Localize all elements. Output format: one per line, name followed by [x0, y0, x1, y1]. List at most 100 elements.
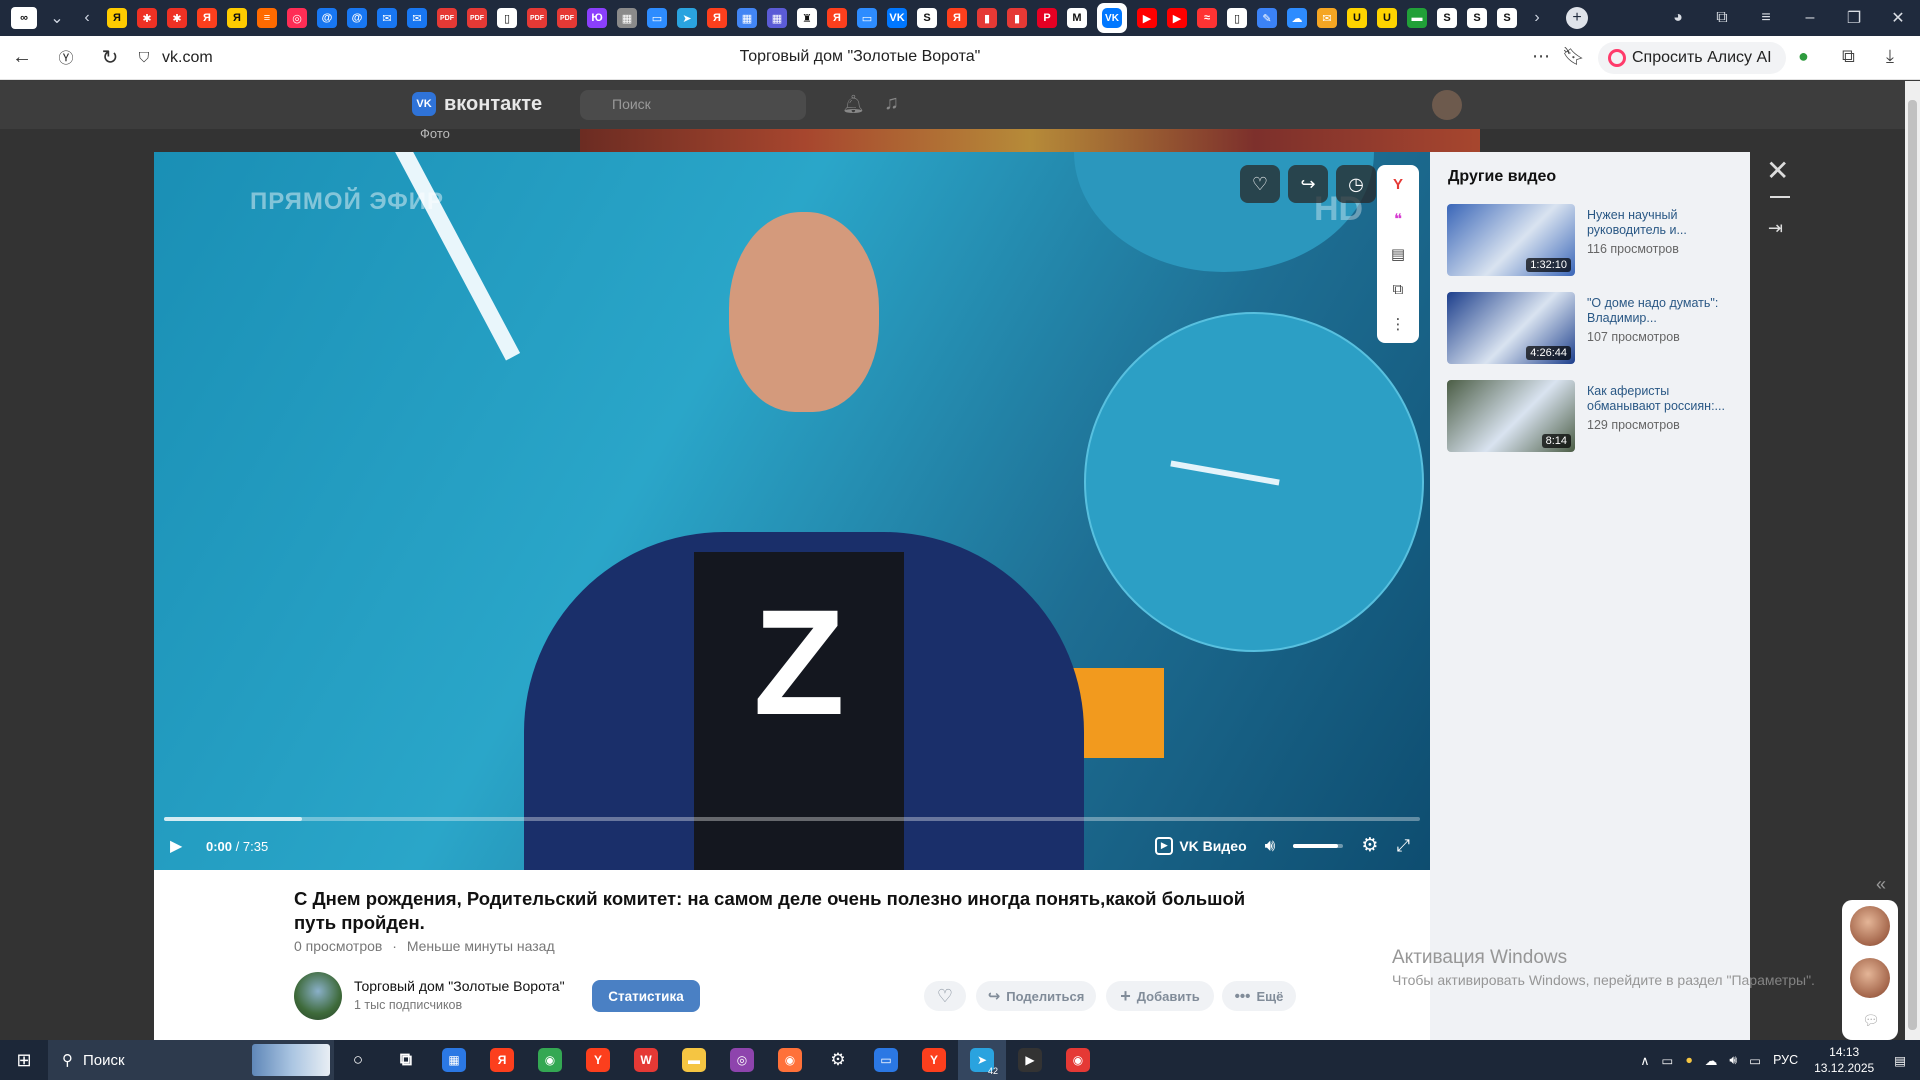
add-button[interactable]: + Добавить [1106, 981, 1214, 1011]
collapse-chats-icon[interactable]: « [1876, 874, 1886, 895]
tray-expand-icon[interactable]: ∧ [1640, 1053, 1649, 1068]
channel-avatar[interactable] [294, 972, 342, 1020]
mail-icon[interactable]: @ [347, 8, 367, 28]
yandex-icon[interactable]: Я [707, 8, 727, 28]
taskbar-yandex-browser-icon[interactable]: Y [574, 1040, 622, 1080]
flag-icon[interactable]: ▮ [1007, 8, 1027, 28]
clock[interactable]: 14:13 13.12.2025 [1814, 1044, 1874, 1076]
other-video-thumbnail[interactable]: 1:32:10 [1447, 204, 1575, 276]
youtube-icon[interactable]: ▶ [1137, 8, 1157, 28]
other-video-item[interactable]: 8:14 Как аферисты обманывают россиян:... 1… [1447, 380, 1737, 452]
restore-icon[interactable]: ❐ [1832, 8, 1876, 28]
taskbar-search[interactable]: ⚲ Поиск [48, 1040, 334, 1080]
calendar-icon[interactable]: ▦ [767, 8, 787, 28]
browser-menu-icon[interactable]: ∞ [11, 7, 37, 29]
browser-settings-icon[interactable]: ≡ [1744, 9, 1788, 27]
sidebar-item-photos[interactable]: Фото [420, 126, 450, 141]
play-icon[interactable]: ▶ [170, 836, 194, 856]
pdf-icon[interactable]: PDF [467, 8, 487, 28]
taskbar-settings-icon[interactable]: ⚙ [814, 1040, 862, 1080]
vk-search-input[interactable]: Поиск [580, 90, 806, 120]
taskbar-wps-icon[interactable]: W [622, 1040, 670, 1080]
chat-avatar-1[interactable] [1850, 906, 1890, 946]
s-icon[interactable]: S [1497, 8, 1517, 28]
taskbar-task-view-icon[interactable]: ⧉ [382, 1040, 430, 1080]
taskbar-firefox-icon[interactable]: ◉ [766, 1040, 814, 1080]
s-icon[interactable]: S [917, 8, 937, 28]
channel-name[interactable]: Торговый дом "Золотые Ворота" [354, 978, 565, 994]
language-indicator[interactable]: РУС [1773, 1053, 1798, 1067]
other-video-thumbnail[interactable]: 8:14 [1447, 380, 1575, 452]
more-button[interactable]: ••• Ещё [1222, 981, 1296, 1011]
taskbar-window-icon[interactable]: ▭ [862, 1040, 910, 1080]
other-video-title[interactable]: Как аферисты обманывают россиян:... [1587, 384, 1739, 414]
rutube-icon[interactable]: ≈ [1197, 8, 1217, 28]
m-icon[interactable]: M [1067, 8, 1087, 28]
pdf-icon[interactable]: PDF [437, 8, 457, 28]
mail-icon[interactable]: ✉ [407, 8, 427, 28]
mail-icon[interactable]: ✉ [377, 8, 397, 28]
extension-icon[interactable]: ● [1798, 46, 1809, 67]
doc-icon[interactable]: ▯ [1227, 8, 1247, 28]
watch-later-icon[interactable]: ◷ [1336, 165, 1376, 203]
taskbar-disk-icon[interactable]: ◎ [718, 1040, 766, 1080]
settings-gear-icon[interactable]: ⚙ [1361, 834, 1378, 857]
more-options-icon[interactable]: ⋮ [1387, 313, 1409, 335]
reload-icon[interactable]: ↻ [88, 45, 132, 70]
site-security-icon[interactable]: ⛉ [132, 49, 156, 66]
url-field[interactable]: vk.com [162, 49, 213, 67]
yandex-translate-icon[interactable]: Y [1387, 173, 1409, 195]
other-video-title[interactable]: Нужен научный руководитель и... [1587, 208, 1739, 238]
taskbar-yandex-icon[interactable]: Я [478, 1040, 526, 1080]
youtube-icon[interactable]: ▶ [1167, 8, 1187, 28]
network-icon[interactable]: ▭ [1749, 1053, 1761, 1068]
pdf-icon[interactable]: PDF [527, 8, 547, 28]
fullscreen-icon[interactable]: ⤢ [1396, 836, 1410, 856]
collections-icon[interactable]: ⧉ [1700, 9, 1744, 27]
back-icon[interactable]: ← [0, 46, 44, 69]
chat-message-icon[interactable]: 💬︎ [1862, 1012, 1880, 1029]
pen-icon[interactable]: ✎ [1257, 8, 1277, 28]
page-menu-icon[interactable]: ⋯ [1532, 46, 1550, 67]
s-icon[interactable]: S [1467, 8, 1487, 28]
yandex-icon[interactable]: Я [197, 8, 217, 28]
bookmark-icon[interactable]: 🔖︎ [1562, 46, 1585, 67]
mail-icon[interactable]: @ [317, 8, 337, 28]
like-button[interactable]: ♡ [924, 981, 966, 1011]
dock-modal-icon[interactable]: ⇥ [1768, 218, 1783, 239]
u-icon[interactable]: U [1377, 8, 1397, 28]
s-icon[interactable]: S [1437, 8, 1457, 28]
taskbar-cortana-icon[interactable]: ○ [334, 1040, 382, 1080]
volume-icon[interactable]: 🔊︎ [1265, 836, 1276, 856]
yandex-icon[interactable]: Я [827, 8, 847, 28]
close-modal-icon[interactable]: ✕ [1766, 154, 1789, 187]
notifications-bell-icon[interactable]: 🔔︎ [842, 94, 865, 115]
statistics-button[interactable]: Статистика [592, 980, 700, 1012]
speaker-icon[interactable]: 🔊︎ [1729, 1053, 1737, 1068]
dzen-icon[interactable]: Я [227, 8, 247, 28]
gosuslugi-icon[interactable]: ✱ [137, 8, 157, 28]
doc-icon[interactable]: ▯ [497, 8, 517, 28]
other-video-item[interactable]: 1:32:10 Нужен научный руководитель и... 11… [1447, 204, 1737, 276]
tabs-scroll-left-icon[interactable]: ‹ [72, 9, 102, 27]
tabs-dropdown-icon[interactable]: ⌄ [42, 8, 72, 28]
page-scrollbar-thumb[interactable] [1908, 100, 1917, 1030]
yandex-disk-tray-icon[interactable]: ● [1685, 1053, 1693, 1067]
chess-icon[interactable]: ♜ [797, 8, 817, 28]
apps-icon[interactable]: ▦ [617, 8, 637, 28]
taskbar-folder-icon[interactable]: ▬ [670, 1040, 718, 1080]
comments-icon[interactable]: ❝ [1387, 208, 1409, 230]
ask-alice-button[interactable]: Спросить Алису AI [1598, 42, 1786, 74]
taskbar-telegram-icon[interactable]: ➤ 42 [958, 1040, 1006, 1080]
gosuslugi-icon[interactable]: ✱ [167, 8, 187, 28]
taskbar-chrome-icon[interactable]: ◉ [526, 1040, 574, 1080]
other-video-title[interactable]: "О доме надо думать": Владимир... [1587, 296, 1739, 326]
chat-icon[interactable]: ▭ [647, 8, 667, 28]
telegram-icon[interactable]: ➤ [677, 8, 697, 28]
vk-logo[interactable]: VK вконтакте [412, 92, 542, 116]
share-button[interactable]: ↪ Поделиться [976, 981, 1096, 1011]
new-tab-button[interactable]: + [1566, 7, 1588, 29]
vk-icon[interactable]: VK [887, 8, 907, 28]
chat-avatar-2[interactable] [1850, 958, 1890, 998]
grid-icon[interactable]: ▦ [737, 8, 757, 28]
